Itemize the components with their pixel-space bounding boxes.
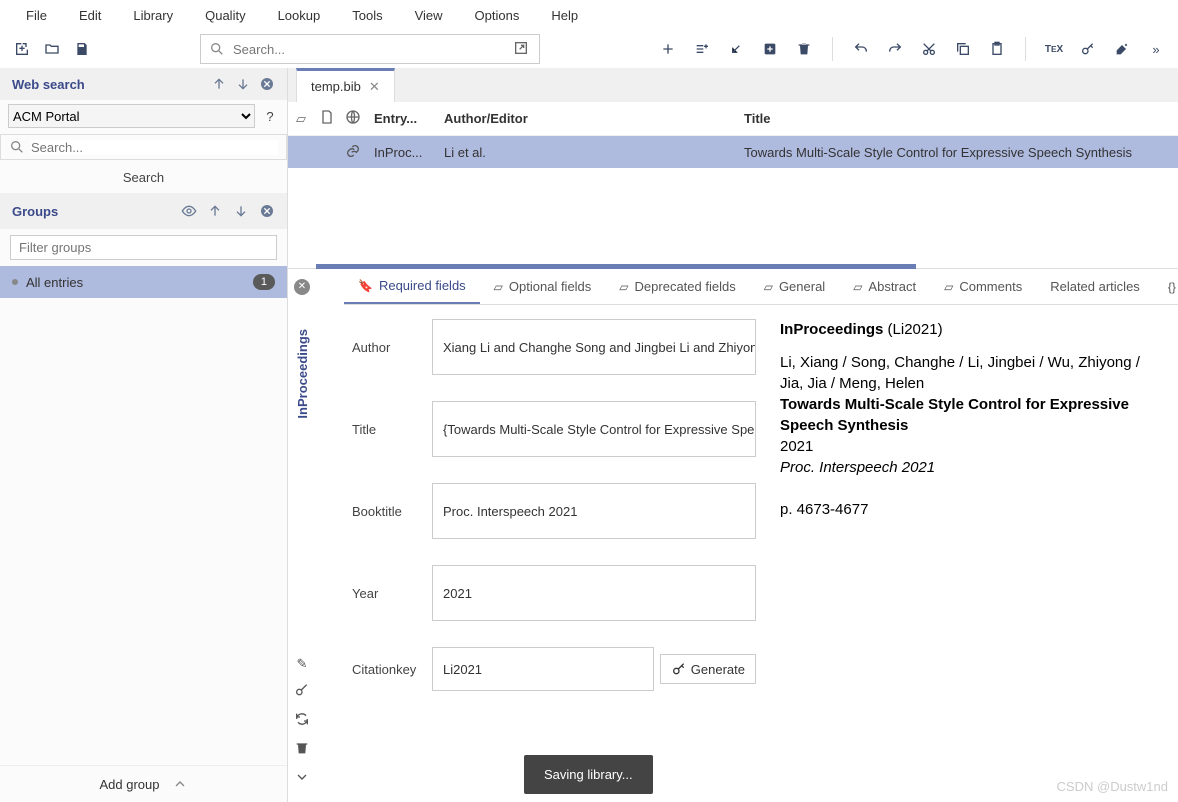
col-web-icon[interactable]: [340, 109, 366, 128]
author-label: Author: [344, 340, 432, 355]
tab-abstract[interactable]: ▱Abstract: [839, 269, 930, 304]
paste-button[interactable]: [985, 37, 1009, 61]
generate-key-icon[interactable]: [294, 682, 310, 701]
menu-quality[interactable]: Quality: [189, 2, 261, 29]
arrow-up-icon[interactable]: [211, 76, 227, 92]
status-toast: Saving library...: [524, 755, 653, 794]
chevron-up-icon[interactable]: [172, 776, 188, 792]
menu-bar: File Edit Library Quality Lookup Tools V…: [0, 0, 1178, 30]
col-file-icon[interactable]: [314, 109, 340, 128]
new-entry-type-button[interactable]: [690, 37, 714, 61]
toolbar: TEX »: [0, 30, 1178, 68]
menu-library[interactable]: Library: [117, 2, 189, 29]
entries-header: ▱ Entry... Author/Editor Title: [288, 102, 1178, 136]
col-title[interactable]: Title: [736, 111, 1178, 126]
menu-file[interactable]: File: [10, 2, 63, 29]
generate-key-button[interactable]: [1076, 37, 1100, 61]
bookmark-icon: 🔖: [358, 279, 373, 293]
col-marker-icon[interactable]: ▱: [288, 111, 314, 127]
watermark: CSDN @Dustw1nd: [1057, 779, 1168, 794]
file-tab-temp[interactable]: temp.bib ✕: [296, 68, 395, 102]
open-external-icon[interactable]: [513, 40, 531, 58]
entry-preview: InProceedings (Li2021) Li, Xiang / Song,…: [764, 305, 1178, 802]
count-badge: 1: [253, 274, 275, 290]
col-entrytype[interactable]: Entry...: [366, 111, 436, 126]
close-icon[interactable]: [259, 203, 275, 219]
global-search[interactable]: [200, 34, 540, 64]
citationkey-label: Citationkey: [344, 662, 432, 677]
booktitle-label: Booktitle: [344, 504, 432, 519]
menu-view[interactable]: View: [399, 2, 459, 29]
generate-button[interactable]: Generate: [660, 654, 756, 684]
more-icon[interactable]: »: [1144, 37, 1168, 61]
year-label: Year: [344, 586, 432, 601]
undo-button[interactable]: [849, 37, 873, 61]
add-group-button[interactable]: Add group: [100, 777, 160, 792]
arrow-down-icon[interactable]: [235, 76, 251, 92]
file-tabs: temp.bib ✕: [288, 68, 1178, 102]
editor-tabs: 🔖Required fields ▱Optional fields ▱Depre…: [344, 269, 1178, 305]
link-icon: [340, 143, 366, 162]
menu-edit[interactable]: Edit: [63, 2, 117, 29]
key-icon: [671, 661, 687, 677]
col-author[interactable]: Author/Editor: [436, 111, 736, 126]
help-icon[interactable]: ?: [261, 109, 279, 124]
close-editor-icon[interactable]: ✕: [294, 279, 310, 295]
tab-related[interactable]: Related articles: [1036, 269, 1154, 304]
delete-icon[interactable]: [294, 740, 310, 759]
open-library-button[interactable]: [40, 37, 64, 61]
copy-button[interactable]: [951, 37, 975, 61]
save-button[interactable]: [70, 37, 94, 61]
sidebar: Web search ACM Portal ? Search Groups: [0, 68, 288, 802]
edit-icon[interactable]: ✎: [297, 656, 308, 672]
filter-groups-input[interactable]: [19, 240, 268, 255]
import-button[interactable]: [724, 37, 748, 61]
eye-icon[interactable]: [181, 203, 197, 219]
close-tab-icon[interactable]: ✕: [369, 79, 380, 95]
search-icon: [209, 41, 225, 57]
author-field[interactable]: Xiang Li and Changhe Song and Jingbei Li…: [432, 319, 756, 375]
table-row[interactable]: InProc... Li et al. Towards Multi-Scale …: [288, 136, 1178, 168]
websearch-input[interactable]: [31, 140, 278, 155]
websearch-search[interactable]: [0, 134, 287, 160]
tab-required[interactable]: 🔖Required fields: [344, 269, 480, 304]
search-icon: [9, 139, 25, 155]
close-icon[interactable]: [259, 76, 275, 92]
cleanup-button[interactable]: [1110, 37, 1134, 61]
insert-entry-button[interactable]: [758, 37, 782, 61]
dot-icon: [12, 279, 18, 285]
group-all-entries[interactable]: All entries 1: [0, 266, 287, 298]
delete-button[interactable]: [792, 37, 816, 61]
websearch-submit[interactable]: Search: [0, 162, 287, 193]
arrow-up-icon[interactable]: [207, 203, 223, 219]
chevron-down-icon[interactable]: [294, 769, 310, 788]
menu-options[interactable]: Options: [459, 2, 536, 29]
entry-type-label: InProceedings: [295, 309, 310, 439]
websearch-source-select[interactable]: ACM Portal: [8, 104, 255, 128]
citationkey-field[interactable]: Li2021: [432, 647, 654, 691]
new-library-button[interactable]: [10, 37, 34, 61]
websearch-header: Web search: [0, 68, 287, 100]
tab-general[interactable]: ▱General: [750, 269, 839, 304]
menu-lookup[interactable]: Lookup: [262, 2, 337, 29]
menu-help[interactable]: Help: [535, 2, 594, 29]
title-label: Title: [344, 422, 432, 437]
redo-button[interactable]: [883, 37, 907, 61]
tab-optional[interactable]: ▱Optional fields: [480, 269, 606, 304]
menu-tools[interactable]: Tools: [336, 2, 398, 29]
cut-button[interactable]: [917, 37, 941, 61]
title-field[interactable]: {Towards Multi-Scale Style Control for E…: [432, 401, 756, 457]
refresh-icon[interactable]: [294, 711, 310, 730]
year-field[interactable]: 2021: [432, 565, 756, 621]
groups-header: Groups: [0, 193, 287, 229]
tab-deprecated[interactable]: ▱Deprecated fields: [605, 269, 749, 304]
tab-comments[interactable]: ▱Comments: [930, 269, 1036, 304]
arrow-down-icon[interactable]: [233, 203, 249, 219]
tab-bibtex[interactable]: {}BibTeX: [1154, 269, 1178, 304]
push-tex-button[interactable]: TEX: [1042, 37, 1066, 61]
global-search-input[interactable]: [233, 42, 505, 57]
booktitle-field[interactable]: Proc. Interspeech 2021: [432, 483, 756, 539]
new-entry-button[interactable]: [656, 37, 680, 61]
